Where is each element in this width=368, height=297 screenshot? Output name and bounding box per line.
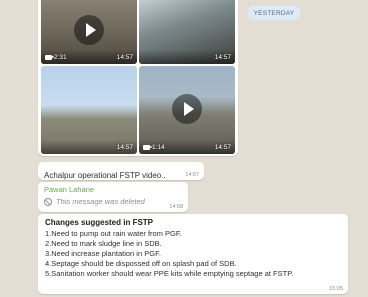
- media-album-bubble[interactable]: 2:31 14:57 14:57 14:57 1:14 14:57: [38, 0, 238, 156]
- image-thumbnail[interactable]: 14:57: [139, 0, 235, 64]
- video-thumbnail[interactable]: 2:31 14:57: [41, 0, 137, 64]
- video-duration: 1:14: [143, 144, 165, 151]
- caption-text: Achalpur operational FSTP video..: [44, 171, 166, 180]
- message-line: 3.Need increase plantation in PGF.: [45, 249, 161, 258]
- image-thumbnail[interactable]: 14:57: [41, 66, 137, 154]
- message-line: 2.Need to mark sludge line in SDB.: [45, 239, 162, 248]
- message-time: 14:57: [214, 54, 231, 61]
- video-camera-icon: [143, 145, 153, 150]
- duration-label: 2:31: [54, 54, 67, 61]
- message-line: 4.Septage should be dispossed off on spl…: [45, 259, 237, 268]
- message-time: 14:57: [116, 144, 133, 151]
- video-duration: 2:31: [45, 54, 67, 61]
- play-icon[interactable]: [172, 94, 202, 124]
- play-icon[interactable]: [74, 15, 104, 45]
- message-time: 14:57: [214, 144, 231, 151]
- sender-name[interactable]: Pawan Lahane: [44, 185, 182, 194]
- deleted-message-bubble[interactable]: Pawan Lahane This message was deleted 14…: [38, 182, 188, 212]
- deleted-message-text: This message was deleted: [56, 197, 145, 206]
- message-time: 14:57: [116, 54, 133, 61]
- message-time: 15:05: [329, 286, 343, 292]
- chat-pane[interactable]: YESTERDAY 2:31 14:57 14:57 14:57 1:14 14…: [0, 0, 368, 297]
- message-time: 14:57: [185, 172, 199, 178]
- duration-label: 1:14: [152, 144, 165, 151]
- date-separator: YESTERDAY: [248, 6, 300, 20]
- deleted-message-row: This message was deleted: [44, 197, 182, 206]
- message-title: Changes suggested in FSTP: [45, 218, 154, 227]
- video-thumbnail[interactable]: 1:14 14:57: [139, 66, 235, 154]
- message-line: 1.Need to pump out rain water from PGF.: [45, 229, 182, 238]
- deleted-icon: [44, 197, 52, 206]
- video-camera-icon: [45, 55, 55, 60]
- caption-message-bubble[interactable]: Achalpur operational FSTP video.. 14:57: [38, 162, 204, 180]
- message-line: 5.Sanitation worker should wear PPE kits…: [45, 269, 294, 278]
- message-time: 14:58: [169, 204, 183, 210]
- text-message-bubble[interactable]: Changes suggested in FSTP 1.Need to pump…: [38, 214, 348, 294]
